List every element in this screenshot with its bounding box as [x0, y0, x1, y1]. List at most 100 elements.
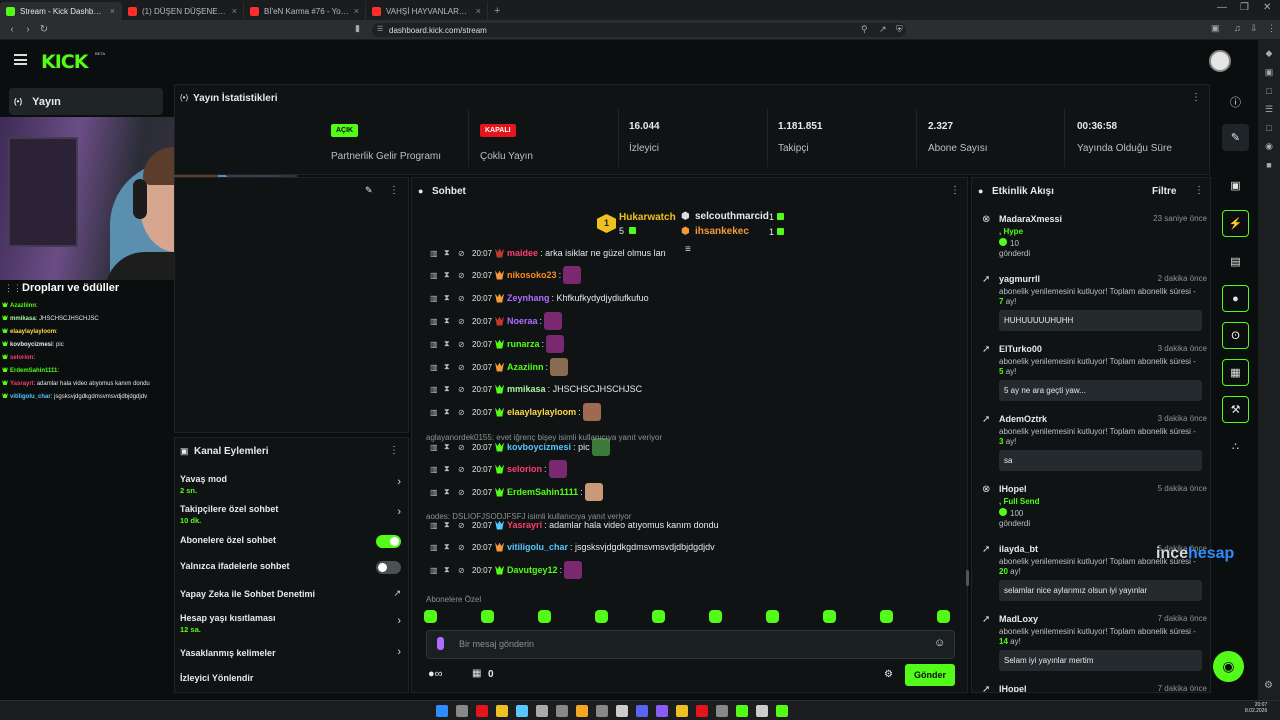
channel-action[interactable]: Yalnızca ifadelerle sohbet [180, 561, 405, 574]
chat-username[interactable]: runarza [507, 339, 540, 349]
info-icon[interactable]: ⓘ [1222, 88, 1249, 115]
timeout-icon[interactable]: ⧗ [444, 487, 458, 497]
user-avatar[interactable] [1209, 50, 1231, 72]
taskbar-app-icon[interactable] [536, 705, 548, 717]
collapse-icon[interactable]: ≡ [685, 244, 691, 255]
close-window-icon[interactable]: ✕ [1263, 2, 1271, 13]
delete-icon[interactable]: ▥ [430, 294, 444, 303]
message-input[interactable]: Bir mesaj gönderin ☺ [426, 630, 955, 659]
edit-icon[interactable]: ✎ [1222, 124, 1249, 151]
sidebar-app-icon[interactable]: ▣ [1258, 67, 1280, 78]
timeout-icon[interactable]: ⧗ [444, 464, 458, 474]
more-icon[interactable]: ⋮ [389, 185, 399, 196]
event-username[interactable]: ElTurko00 [999, 344, 1042, 354]
media-icon[interactable]: ▦ [1222, 359, 1249, 386]
settings-icon[interactable]: ⚙ [1264, 680, 1273, 691]
taskbar-app-icon[interactable] [496, 705, 508, 717]
chat-username[interactable]: mmikasa [10, 316, 36, 322]
maximize-icon[interactable]: ❐ [1240, 2, 1249, 13]
system-clock[interactable]: 20:07 8.02.2026 [1245, 702, 1267, 714]
channel-action[interactable]: Yavaş mod 2 sn. › [180, 474, 405, 495]
timeout-icon[interactable]: ⧗ [444, 339, 458, 349]
delete-icon[interactable]: ▥ [430, 443, 444, 452]
channel-action[interactable]: Abonelere özel sohbet [180, 535, 405, 548]
sidebar-app-icon[interactable]: □ [1258, 123, 1280, 133]
nav-item-yayin[interactable]: (•) Yayın [9, 88, 163, 115]
delete-icon[interactable]: ▥ [430, 340, 444, 349]
timeout-icon[interactable]: ⧗ [444, 520, 458, 530]
emote-button[interactable] [538, 610, 551, 623]
external-link-icon[interactable]: ↗ [393, 588, 401, 599]
chat-username[interactable]: elaaylaylayloom [10, 329, 56, 335]
browser-tab[interactable]: Stream - Kick Dashboard × [0, 2, 122, 20]
bookmark-icon[interactable]: ▮ [355, 23, 360, 34]
emoji-icon[interactable]: ☺ [934, 637, 945, 649]
taskbar-app-icon[interactable] [556, 705, 568, 717]
ban-icon[interactable]: ⊘ [458, 340, 472, 349]
more-icon[interactable]: ⋮ [1194, 185, 1204, 196]
event-username[interactable]: MadLoxy [999, 614, 1038, 624]
event-username[interactable]: lHopel [999, 484, 1027, 494]
taskbar-app-icon[interactable] [596, 705, 608, 717]
chat-username[interactable]: vitiligolu_char [507, 542, 568, 552]
emote-button[interactable] [709, 610, 722, 623]
event-username[interactable]: AdemOztrk [999, 414, 1047, 424]
share-nodes-icon[interactable]: ∴ [1222, 433, 1249, 460]
delete-icon[interactable]: ▥ [430, 521, 444, 530]
chat-settings-icon[interactable]: ⚙ [884, 669, 893, 680]
timeout-icon[interactable]: ⧗ [444, 542, 458, 552]
focus-icon[interactable]: ▣ [1222, 172, 1249, 199]
chat-username[interactable]: Yasrayri [507, 520, 542, 530]
channel-action[interactable]: Yasaklanmış kelimeler › [180, 646, 405, 658]
sidebar-app-icon[interactable]: ■ [1258, 160, 1280, 170]
toggle-switch[interactable] [376, 535, 401, 548]
top-gifter-name[interactable]: selcouthmarcid [695, 211, 769, 222]
chevron-right-icon[interactable]: › [397, 476, 401, 488]
ban-icon[interactable]: ⊘ [458, 408, 472, 417]
event-username[interactable]: MadaraXmessi [999, 214, 1062, 224]
chat-username[interactable]: Yasrayri [10, 381, 33, 387]
channel-action[interactable]: Hesap yaşı kısıtlaması 12 sa. › [180, 613, 405, 634]
chat-username[interactable]: Azazliinn [10, 303, 36, 309]
forward-icon[interactable]: › [20, 22, 36, 38]
reload-icon[interactable]: ↻ [36, 22, 52, 38]
filter-button[interactable]: Filtre [1152, 186, 1176, 197]
taskbar-app-icon[interactable] [476, 705, 488, 717]
chat-username[interactable]: Azaziinn [507, 362, 544, 372]
gift-box-icon[interactable]: ▦ [472, 668, 481, 679]
emote-button[interactable] [823, 610, 836, 623]
menu-hamburger-icon[interactable] [14, 54, 27, 65]
delete-icon[interactable]: ▥ [430, 385, 444, 394]
taskbar-app-icon[interactable] [456, 705, 468, 717]
delete-icon[interactable]: ▥ [430, 488, 444, 497]
minimize-icon[interactable]: — [1217, 2, 1227, 13]
tab-close-icon[interactable]: × [354, 6, 359, 16]
timeout-icon[interactable]: ⧗ [444, 248, 458, 258]
taskbar-app-icon[interactable] [616, 705, 628, 717]
chevron-right-icon[interactable]: › [397, 646, 401, 658]
channel-action[interactable]: İzleyici Yönlendir [180, 673, 405, 683]
tab-close-icon[interactable]: × [476, 6, 481, 16]
chat-username[interactable]: selorion [507, 464, 542, 474]
timeout-icon[interactable]: ⧗ [444, 362, 458, 372]
emote-button[interactable] [880, 610, 893, 623]
ban-icon[interactable]: ⊘ [458, 488, 472, 497]
emote-button[interactable] [481, 610, 494, 623]
delete-icon[interactable]: ▥ [430, 249, 444, 258]
delete-icon[interactable]: ▥ [430, 408, 444, 417]
delete-icon[interactable]: ▥ [430, 317, 444, 326]
emote-button[interactable] [595, 610, 608, 623]
taskbar-app-icon[interactable] [696, 705, 708, 717]
timeout-icon[interactable]: ⧗ [444, 270, 458, 280]
ban-icon[interactable]: ⊘ [458, 543, 472, 552]
edit-icon[interactable]: ✎ [365, 185, 373, 196]
chat-username[interactable]: kovboycizmesi [10, 342, 53, 348]
emote-button[interactable] [937, 610, 950, 623]
sidebar-app-icon[interactable]: ◉ [1258, 141, 1280, 152]
emote-button[interactable] [652, 610, 665, 623]
event-username[interactable]: yagmurrll [999, 274, 1040, 284]
new-tab-button[interactable]: + [488, 2, 506, 20]
ban-icon[interactable]: ⊘ [458, 385, 472, 394]
top-gifter-name[interactable]: Hukarwatch [619, 212, 676, 223]
chat-username[interactable]: Zeynhang [507, 293, 550, 303]
